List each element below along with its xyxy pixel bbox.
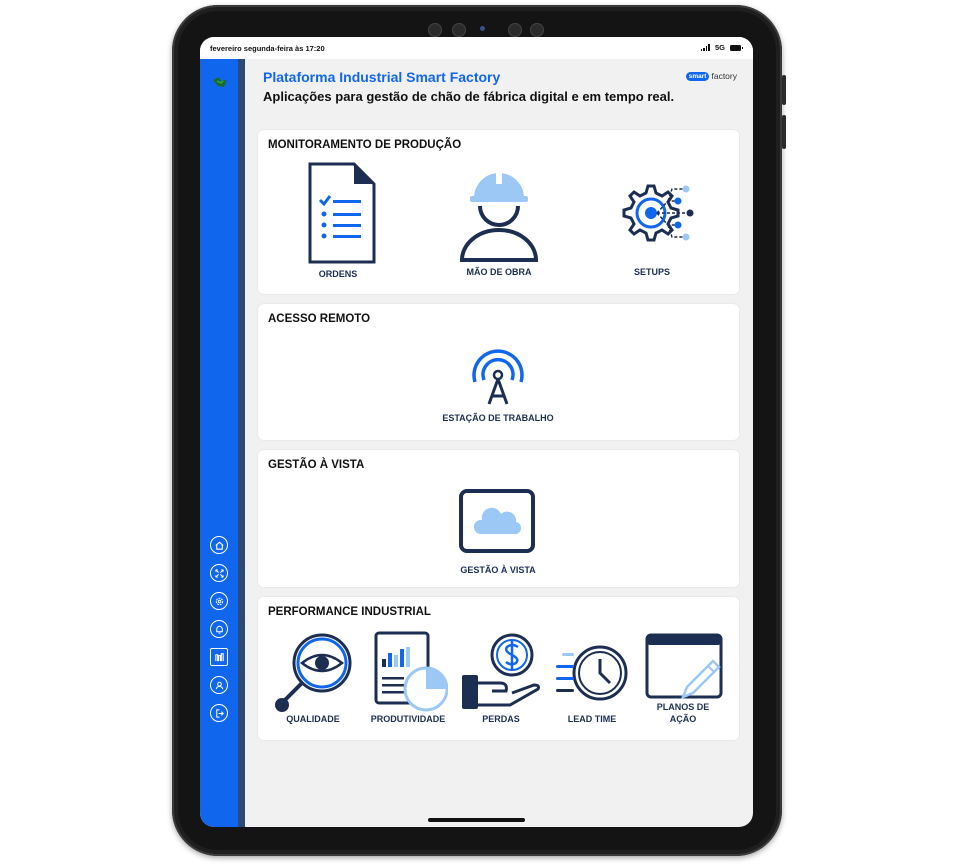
- section-performance-industrial: PERFORMANCE INDUSTRIAL QUALIDADE PRODUTI…: [258, 597, 739, 740]
- app-label: SETUPS: [633, 267, 670, 277]
- app-label: PERDAS: [482, 714, 520, 724]
- app-mao-de-obra[interactable]: MÃO DE OBRA: [454, 166, 544, 278]
- power-button: [782, 75, 786, 105]
- section-gestao-a-vista: GESTÃO À VISTA GESTÃO À VISTA: [258, 450, 739, 587]
- app-label: AÇÃO: [669, 714, 697, 724]
- app-ordens[interactable]: ORDENS: [298, 162, 378, 280]
- brand-logo: smart factory: [685, 71, 737, 81]
- network-label: 5G: [714, 43, 725, 52]
- section-monitoramento: MONITORAMENTO DE PRODUÇÃO ORDENS MÃO DE …: [258, 130, 739, 294]
- fullscreen-icon[interactable]: [210, 564, 228, 582]
- report-chart-icon: [374, 631, 448, 712]
- bell-icon[interactable]: [210, 620, 228, 638]
- app-setups[interactable]: SETUPS: [610, 174, 694, 278]
- app-label: ESTAÇÃO DE TRABALHO: [442, 413, 554, 423]
- brand-pill: smart: [685, 71, 710, 81]
- factory-icon[interactable]: [210, 648, 228, 666]
- section-title: ACESSO REMOTO: [268, 313, 371, 325]
- app-label: PRODUTIVIDADE: [370, 714, 446, 724]
- page-header: Plataforma Industrial Smart Factory Apli…: [263, 69, 674, 104]
- document-icon: [308, 162, 376, 264]
- magnifier-eye-icon: [275, 633, 352, 712]
- battery-icon: [730, 44, 743, 51]
- home-indicator[interactable]: [428, 818, 525, 822]
- sensor-icon: [508, 23, 522, 37]
- app-label: LEAD TIME: [567, 714, 617, 724]
- section-title: GESTÃO À VISTA: [268, 459, 365, 471]
- signal-icon: [700, 44, 710, 51]
- page-subtitle: Aplicações para gestão de chão de fábric…: [263, 89, 675, 104]
- logout-icon[interactable]: [210, 704, 228, 722]
- app-qualidade[interactable]: QUALIDADE: [272, 633, 354, 725]
- app-lead-time[interactable]: LEAD TIME: [550, 637, 634, 725]
- volume-button: [782, 115, 786, 149]
- sensor-icon: [452, 23, 466, 37]
- section-title: MONITORAMENTO DE PRODUÇÃO: [268, 139, 462, 151]
- app-screen: fevereiro segunda-feira às 17:20 5G Plat…: [200, 37, 753, 827]
- sidebar-edge: [238, 59, 245, 827]
- sidebar: [200, 59, 238, 827]
- gear-network-icon: [622, 184, 694, 242]
- brand-word: factory: [711, 71, 737, 81]
- status-bar: fevereiro segunda-feira às 17:20 5G: [200, 37, 753, 59]
- board-pencil-icon: [645, 633, 723, 700]
- worker-icon: [459, 170, 539, 262]
- home-icon[interactable]: [210, 536, 228, 554]
- settings-icon[interactable]: [210, 592, 228, 610]
- app-planos-de-acao[interactable]: PLANOS DE AÇÃO: [640, 631, 726, 725]
- app-produtividade[interactable]: PRODUTIVIDADE: [362, 631, 454, 725]
- app-perdas[interactable]: PERDAS: [460, 633, 542, 725]
- app-label: QUALIDADE: [286, 714, 340, 724]
- hand-coin-icon: [462, 633, 540, 709]
- app-label: ORDENS: [318, 269, 358, 279]
- user-icon[interactable]: [210, 676, 228, 694]
- clock-icon: [556, 645, 628, 701]
- app-label: GESTÃO À VISTA: [460, 565, 536, 575]
- section-acesso-remoto: ACESSO REMOTO ESTAÇÃO DE TRABALHO: [258, 304, 739, 440]
- app-label: MÃO DE OBRA: [466, 267, 532, 277]
- app-label: PLANOS DE: [656, 702, 710, 712]
- sensor-icon: [428, 23, 442, 37]
- monitor-cloud-icon: [459, 489, 535, 553]
- sensor-icon: [530, 23, 544, 37]
- status-time: fevereiro segunda-feira às 17:20: [210, 44, 325, 53]
- app-estacao-de-trabalho[interactable]: ESTAÇÃO DE TRABALHO: [428, 342, 568, 424]
- page-title: Plataforma Industrial Smart Factory: [263, 69, 501, 85]
- app-gestao-a-vista[interactable]: GESTÃO À VISTA: [428, 488, 568, 576]
- section-title: PERFORMANCE INDUSTRIAL: [268, 606, 431, 618]
- antenna-icon: [472, 349, 524, 405]
- app-logo-icon[interactable]: [212, 75, 228, 89]
- camera-icon: [480, 26, 485, 31]
